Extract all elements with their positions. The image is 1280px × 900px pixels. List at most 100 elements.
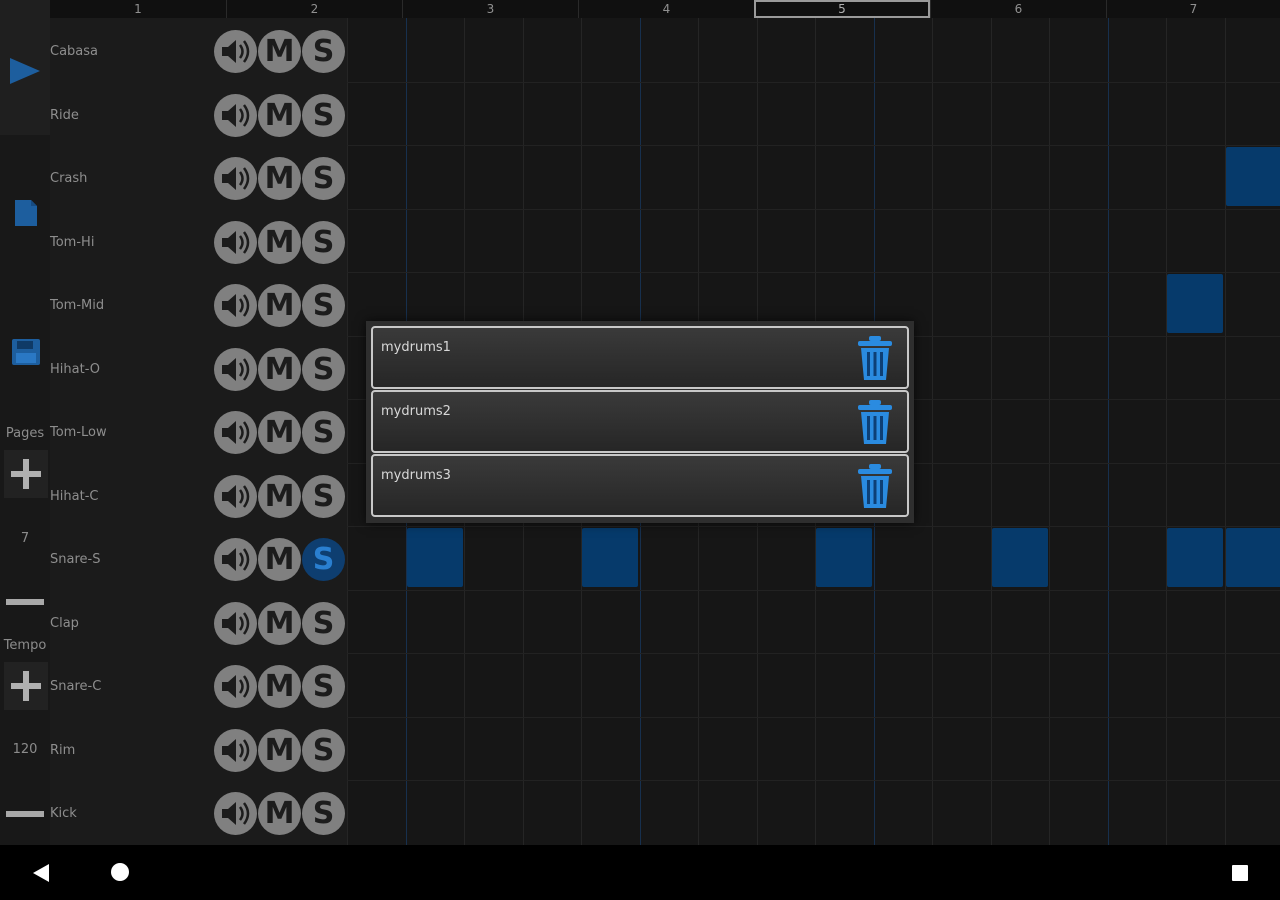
trash-icon[interactable] [853,462,897,510]
step-cell-active[interactable] [992,528,1048,587]
mute-button[interactable]: M [258,665,301,708]
solo-button[interactable]: S [302,157,345,200]
tempo-plus-button[interactable] [4,662,48,710]
step-cell-active[interactable] [582,528,638,587]
pages-plus-button[interactable] [4,450,48,498]
solo-button[interactable]: S [302,792,345,835]
track-name[interactable]: Clap [50,592,79,655]
trash-icon[interactable] [853,334,897,382]
speaker-icon[interactable] [214,411,257,454]
speaker-icon[interactable] [214,665,257,708]
speaker-icon[interactable] [214,538,257,581]
mute-button[interactable]: M [258,220,301,264]
solo-button[interactable]: S [302,93,345,137]
solo-button[interactable]: S [302,728,345,772]
file-item-mydrums1[interactable]: mydrums1 [371,326,909,389]
track-name[interactable]: Cabasa [50,20,98,83]
track-name[interactable]: Ride [50,84,79,147]
drum-machine-app: 1 2 3 4 5 6 7 Pages 7 Tempo 120 Cabasa M… [0,0,1280,900]
mute-button[interactable]: M [258,601,301,645]
speaker-icon[interactable] [214,792,257,835]
home-icon[interactable] [109,861,131,883]
file-name: mydrums2 [381,404,451,419]
pages-minus-button[interactable] [4,578,48,626]
track-name[interactable]: Hihat-O [50,338,100,401]
side-toolbar: Pages 7 Tempo 120 [0,0,50,845]
track-name[interactable]: Crash [50,147,87,210]
step-cell-active[interactable] [816,528,872,587]
pages-value: 7 [20,531,30,546]
solo-button[interactable]: S [302,30,345,73]
bar-number-4[interactable]: 4 [578,0,754,18]
bar-number-1[interactable]: 1 [50,0,226,18]
track-row: Tom-Hi M S [50,211,347,274]
step-cell-active[interactable] [1167,274,1223,333]
back-icon[interactable] [30,862,52,884]
solo-button[interactable]: S [302,601,345,645]
track-row: Tom-Low M S [50,401,347,464]
mute-button[interactable]: M [258,792,301,835]
track-row: Snare-C M S [50,655,347,718]
mute-button[interactable]: M [258,93,301,137]
track-name[interactable]: Tom-Mid [50,274,104,337]
file-item-mydrums3[interactable]: mydrums3 [371,454,909,517]
mute-button[interactable]: M [258,284,301,327]
bar-number-3[interactable]: 3 [402,0,578,18]
speaker-icon[interactable] [214,347,257,391]
track-name[interactable]: Snare-C [50,655,101,718]
mute-button[interactable]: M [258,728,301,772]
mute-button[interactable]: M [258,538,301,581]
grid-row-line [347,653,1280,654]
speaker-icon[interactable] [214,601,257,645]
pages-label: Pages [5,426,45,441]
solo-button[interactable]: S [302,284,345,327]
track-row: Ride M S [50,84,347,147]
speaker-icon[interactable] [214,474,257,518]
track-name[interactable]: Hihat-C [50,465,98,528]
track-row: Hihat-O M S [50,338,347,401]
new-file-icon[interactable] [13,198,39,228]
save-icon[interactable] [11,338,41,366]
mute-button[interactable]: M [258,474,301,518]
bar-number-7[interactable]: 7 [1106,0,1280,18]
solo-button[interactable]: S [302,411,345,454]
mute-button[interactable]: M [258,30,301,73]
step-cell-active[interactable] [407,528,463,587]
speaker-icon[interactable] [214,220,257,264]
track-name[interactable]: Snare-S [50,528,100,591]
tempo-minus-button[interactable] [4,790,48,838]
mute-button[interactable]: M [258,157,301,200]
speaker-icon[interactable] [214,284,257,327]
bar-number-5-active[interactable]: 5 [754,0,930,18]
minus-icon [6,599,44,605]
solo-button[interactable]: S [302,220,345,264]
bar-number-6[interactable]: 6 [930,0,1106,18]
speaker-icon[interactable] [214,157,257,200]
solo-button[interactable]: S [302,474,345,518]
tempo-value: 120 [12,742,38,757]
speaker-icon[interactable] [214,93,257,137]
track-name[interactable]: Rim [50,719,75,782]
grid-row-line [347,209,1280,210]
step-cell-active[interactable] [1226,528,1280,587]
recents-icon[interactable] [1230,863,1250,883]
mute-button[interactable]: M [258,411,301,454]
track-name[interactable]: Tom-Hi [50,211,94,274]
play-icon[interactable] [8,56,42,86]
solo-button[interactable]: S [302,665,345,708]
solo-button[interactable]: S [302,347,345,391]
solo-button[interactable]: S [302,538,345,581]
track-name[interactable]: Tom-Low [50,401,107,464]
speaker-icon[interactable] [214,728,257,772]
track-name[interactable]: Kick [50,782,77,845]
step-cell-active[interactable] [1226,147,1280,206]
load-pattern-dialog: mydrums1 mydrums2 mydrums3 [366,321,914,523]
trash-icon[interactable] [853,398,897,446]
speaker-icon[interactable] [214,30,257,73]
track-row: Rim M S [50,719,347,782]
mute-button[interactable]: M [258,347,301,391]
step-cell-active[interactable] [1167,528,1223,587]
file-item-mydrums2[interactable]: mydrums2 [371,390,909,453]
track-row: Clap M S [50,592,347,655]
bar-number-2[interactable]: 2 [226,0,402,18]
